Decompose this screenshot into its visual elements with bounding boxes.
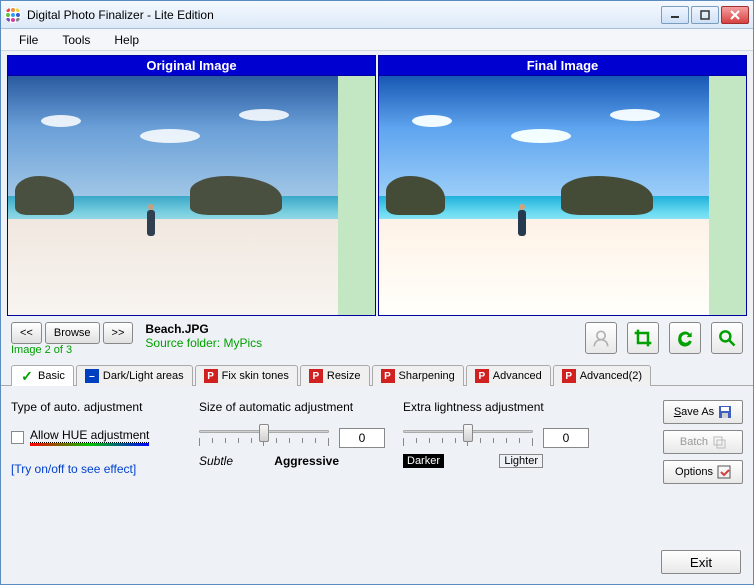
tab-dark-light[interactable]: –Dark/Light areas — [76, 365, 193, 386]
type-title: Type of auto. adjustment — [11, 400, 181, 414]
size-max-label: Aggressive — [274, 454, 339, 468]
window-controls — [661, 6, 749, 24]
basic-panel: Type of auto. adjustment Allow HUE adjus… — [1, 386, 753, 544]
prev-button[interactable]: << — [11, 322, 42, 344]
p-icon: P — [562, 369, 576, 383]
tab-label: Advanced — [493, 370, 542, 382]
dark-icon: – — [85, 369, 99, 383]
hue-label[interactable]: Allow HUE adjustment — [30, 428, 149, 443]
size-min-label: Subtle — [199, 454, 233, 468]
footer: Exit — [1, 544, 753, 584]
size-title: Size of automatic adjustment — [199, 400, 385, 414]
zoom-icon — [717, 328, 737, 348]
save-icon — [718, 405, 732, 419]
final-image — [378, 76, 747, 316]
extra-slider[interactable] — [403, 426, 533, 450]
menu-tools[interactable]: Tools — [52, 31, 100, 49]
exit-button[interactable]: Exit — [661, 550, 741, 574]
slider-thumb[interactable] — [259, 424, 269, 442]
crop-button[interactable] — [627, 322, 659, 354]
filename: Beach.JPG — [145, 322, 262, 336]
file-info: Beach.JPG Source folder: MyPics — [145, 322, 262, 350]
p-icon: P — [475, 369, 489, 383]
tab-label: Resize — [327, 370, 361, 382]
slider-thumb[interactable] — [463, 424, 473, 442]
tab-advanced2[interactable]: P Advanced(2) — [553, 365, 651, 386]
batch-button[interactable]: Batch — [663, 430, 743, 454]
tab-label: Advanced(2) — [580, 370, 642, 382]
options-icon — [717, 465, 731, 479]
nav-row: << Browse >> Image 2 of 3 Beach.JPG Sour… — [1, 318, 753, 364]
tab-label: Dark/Light areas — [103, 370, 184, 382]
batch-icon — [712, 435, 726, 449]
close-button[interactable] — [721, 6, 749, 24]
extra-title: Extra lightness adjustment — [403, 400, 589, 414]
app-window: Digital Photo Finalizer - Lite Edition F… — [0, 0, 754, 585]
hue-underline — [30, 443, 149, 446]
menu-file[interactable]: File — [9, 31, 48, 49]
titlebar: Digital Photo Finalizer - Lite Edition — [1, 1, 753, 29]
saveas-button[interactable]: SSave Asave As — [663, 400, 743, 424]
crop-icon — [633, 328, 653, 348]
try-link[interactable]: [Try on/off to see effect] — [11, 462, 181, 476]
tab-advanced[interactable]: P Advanced — [466, 365, 551, 386]
extra-group: Extra lightness adjustment 0 Darker Ligh… — [403, 400, 589, 534]
tab-resize[interactable]: P Resize — [300, 365, 370, 386]
maximize-button[interactable] — [691, 6, 719, 24]
next-button[interactable]: >> — [103, 322, 134, 344]
window-title: Digital Photo Finalizer - Lite Edition — [27, 8, 661, 22]
final-header: Final Image — [378, 55, 747, 76]
extra-max-label: Lighter — [499, 454, 543, 468]
image-count: Image 2 of 3 — [11, 344, 133, 356]
original-image — [7, 76, 376, 316]
check-icon — [20, 369, 34, 383]
p-icon: P — [309, 369, 323, 383]
type-group: Type of auto. adjustment Allow HUE adjus… — [11, 400, 181, 534]
preview-row: Original Image Final Image — [1, 51, 753, 318]
size-value: 0 — [339, 428, 385, 448]
extra-min-label: Darker — [403, 454, 444, 468]
p-icon: P — [204, 369, 218, 383]
refresh-button[interactable] — [669, 322, 701, 354]
face-icon — [591, 328, 611, 348]
app-icon — [5, 7, 21, 23]
menubar: File Tools Help — [1, 29, 753, 51]
refresh-icon — [675, 328, 695, 348]
tab-label: Fix skin tones — [222, 370, 289, 382]
tab-sharpen[interactable]: P Sharpening — [372, 365, 464, 386]
size-group: Size of automatic adjustment 0 Subtle Ag… — [199, 400, 385, 534]
size-slider[interactable] — [199, 426, 329, 450]
hue-checkbox[interactable] — [11, 431, 24, 444]
tab-label: Sharpening — [399, 370, 455, 382]
extra-value: 0 — [543, 428, 589, 448]
tabs: Basic –Dark/Light areas PFix skin tones … — [1, 364, 753, 386]
p-icon: P — [381, 369, 395, 383]
side-buttons: SSave Asave As Batch Options — [663, 400, 743, 534]
options-button[interactable]: Options — [663, 460, 743, 484]
final-column: Final Image — [378, 55, 747, 316]
original-header: Original Image — [7, 55, 376, 76]
original-column: Original Image — [7, 55, 376, 316]
source-folder: Source folder: MyPics — [145, 336, 262, 350]
tab-basic[interactable]: Basic — [11, 365, 74, 386]
tab-label: Basic — [38, 370, 65, 382]
browse-button[interactable]: Browse — [45, 322, 100, 344]
minimize-button[interactable] — [661, 6, 689, 24]
zoom-button[interactable] — [711, 322, 743, 354]
face-button[interactable] — [585, 322, 617, 354]
menu-help[interactable]: Help — [104, 31, 149, 49]
tab-skin[interactable]: P Fix skin tones — [195, 365, 298, 386]
